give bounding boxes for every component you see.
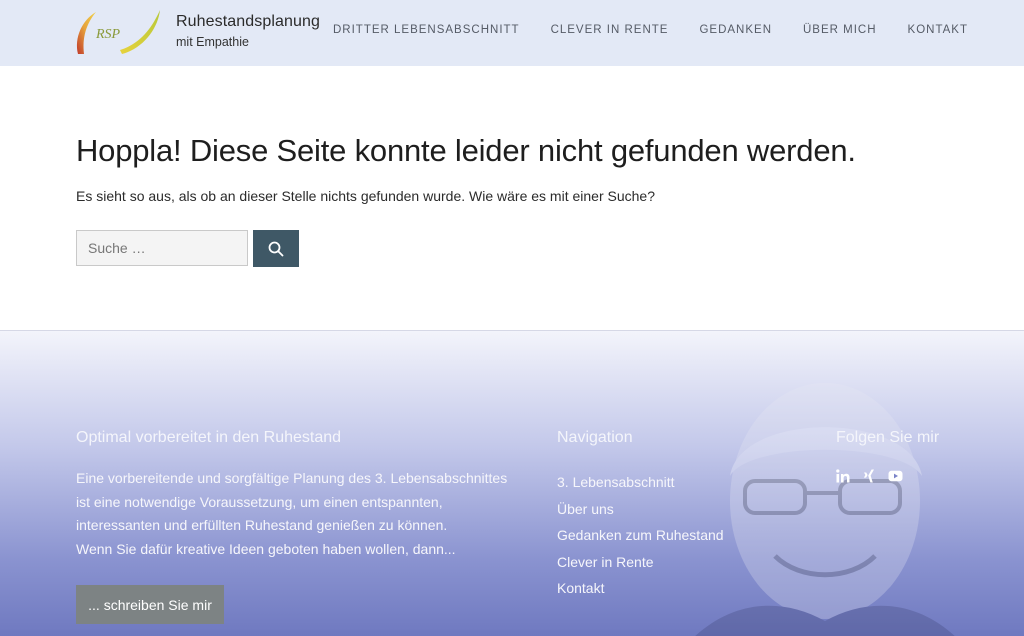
- list-item: Clever in Rente: [557, 554, 724, 581]
- footer-link-ueber-uns[interactable]: Über uns: [557, 501, 614, 517]
- footer-description-line: ist eine notwendige Voraussetzung, um ei…: [76, 493, 443, 510]
- social-links: [836, 469, 903, 483]
- footer-heading-ruhestand: Optimal vorbereitet in den Ruhestand: [76, 429, 342, 446]
- footer-nav: 3. Lebensabschnitt Über uns Gedanken zum…: [557, 474, 724, 607]
- not-found-text: Es sieht so aus, als ob an dieser Stelle…: [76, 188, 655, 204]
- search-input[interactable]: [76, 230, 248, 266]
- xing-icon[interactable]: [863, 469, 875, 483]
- footer-description: Eine vorbereitende und sorgfältige Planu…: [76, 467, 516, 561]
- list-item: Über uns: [557, 501, 724, 528]
- search-icon: [268, 241, 284, 256]
- footer-description-line: interessanten und erfüllten Ruhestand ge…: [76, 517, 448, 533]
- footer-link-lebensabschnitt[interactable]: 3. Lebensabschnitt: [557, 474, 675, 490]
- youtube-icon[interactable]: [888, 470, 903, 482]
- footer-heading-navigation: Navigation: [557, 429, 633, 446]
- footer-link-clever-in-rente[interactable]: Clever in Rente: [557, 554, 654, 570]
- list-item: Kontakt: [557, 580, 724, 607]
- brand-title[interactable]: Ruhestandsplanung: [176, 13, 320, 31]
- search-button[interactable]: [253, 230, 299, 267]
- page-title: Hoppla! Diese Seite konnte leider nicht …: [76, 133, 856, 168]
- brand-subtitle: mit Empathie: [176, 35, 249, 49]
- site-header: RSP Ruhestandsplanung mit Empathie DRITT…: [0, 0, 1024, 66]
- footer-description-line: Wenn Sie dafür kreative Ideen geboten ha…: [76, 540, 456, 557]
- nav-item-kontakt[interactable]: KONTAKT: [908, 24, 968, 36]
- linkedin-icon[interactable]: [836, 469, 850, 483]
- nav-item-clever-in-rente[interactable]: CLEVER IN RENTE: [551, 24, 669, 36]
- footer-link-kontakt[interactable]: Kontakt: [557, 580, 604, 596]
- footer-heading-social: Folgen Sie mir: [836, 429, 940, 446]
- logo-text: RSP: [95, 27, 121, 42]
- rsp-logo-icon[interactable]: RSP: [74, 8, 164, 58]
- portrait-image: [695, 383, 955, 636]
- site-footer: Optimal vorbereitet in den Ruhestand Ein…: [0, 330, 1024, 636]
- contact-cta-button[interactable]: ... schreiben Sie mir: [76, 585, 224, 624]
- main-nav: DRITTER LEBENSABSCHNITT CLEVER IN RENTE …: [302, 24, 968, 36]
- nav-item-gedanken[interactable]: GEDANKEN: [699, 24, 772, 36]
- footer-description-line: Eine vorbereitende und sorgfältige Planu…: [76, 470, 508, 486]
- list-item: Gedanken zum Ruhestand: [557, 527, 724, 554]
- nav-item-dritter-lebensabschnitt[interactable]: DRITTER LEBENSABSCHNITT: [333, 24, 520, 36]
- footer-link-gedanken[interactable]: Gedanken zum Ruhestand: [557, 527, 724, 543]
- list-item: 3. Lebensabschnitt: [557, 474, 724, 501]
- nav-item-ueber-mich[interactable]: ÜBER MICH: [803, 24, 877, 36]
